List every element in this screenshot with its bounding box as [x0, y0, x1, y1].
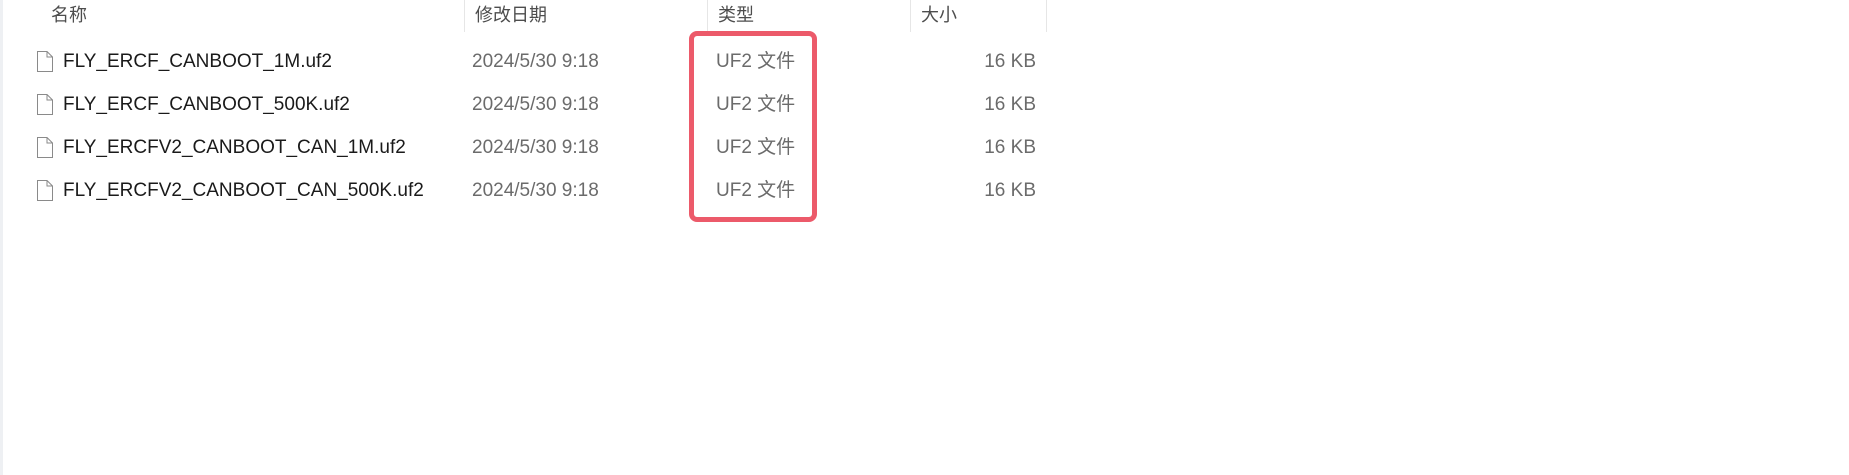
- file-icon: [37, 180, 53, 201]
- file-size: 16 KB: [984, 94, 1036, 115]
- column-header-bar: 名称 修改日期 类型 大小: [0, 0, 1049, 32]
- file-modified-date: 2024/5/30 9:18: [472, 137, 599, 158]
- file-row[interactable]: FLY_ERCF_CANBOOT_1M.uf2 2024/5/30 9:18 U…: [30, 40, 1049, 83]
- column-header-type[interactable]: 类型: [707, 0, 910, 32]
- column-header-size-label: 大小: [921, 5, 957, 25]
- file-name: FLY_ERCF_CANBOOT_1M.uf2: [63, 51, 332, 72]
- file-icon: [37, 94, 53, 115]
- column-header-date-label: 修改日期: [475, 5, 547, 25]
- column-header-name[interactable]: 名称: [40, 0, 460, 32]
- file-size: 16 KB: [984, 180, 1036, 201]
- file-row[interactable]: FLY_ERCF_CANBOOT_500K.uf2 2024/5/30 9:18…: [30, 83, 1049, 126]
- file-size: 16 KB: [984, 51, 1036, 72]
- file-size: 16 KB: [984, 137, 1036, 158]
- file-icon: [37, 51, 53, 72]
- file-name: FLY_ERCFV2_CANBOOT_CAN_1M.uf2: [63, 137, 406, 158]
- file-explorer-details-view: 名称 修改日期 类型 大小 FLY_ERCF_CANBOOT_1M.uf2 20…: [0, 0, 1849, 475]
- file-row[interactable]: FLY_ERCFV2_CANBOOT_CAN_1M.uf2 2024/5/30 …: [30, 126, 1049, 169]
- file-icon: [37, 137, 53, 158]
- pane-left-edge: [0, 0, 3, 475]
- type-column-highlight-box: [689, 31, 817, 222]
- column-header-type-label: 类型: [718, 5, 754, 25]
- column-header-size[interactable]: 大小: [910, 0, 1046, 32]
- file-modified-date: 2024/5/30 9:18: [472, 94, 599, 115]
- column-divider[interactable]: [1046, 0, 1047, 32]
- column-header-date[interactable]: 修改日期: [464, 0, 707, 32]
- file-modified-date: 2024/5/30 9:18: [472, 180, 599, 201]
- file-name: FLY_ERCFV2_CANBOOT_CAN_500K.uf2: [63, 180, 424, 201]
- file-name: FLY_ERCF_CANBOOT_500K.uf2: [63, 94, 350, 115]
- column-header-name-label: 名称: [51, 5, 87, 25]
- file-modified-date: 2024/5/30 9:18: [472, 51, 599, 72]
- file-row[interactable]: FLY_ERCFV2_CANBOOT_CAN_500K.uf2 2024/5/3…: [30, 169, 1049, 212]
